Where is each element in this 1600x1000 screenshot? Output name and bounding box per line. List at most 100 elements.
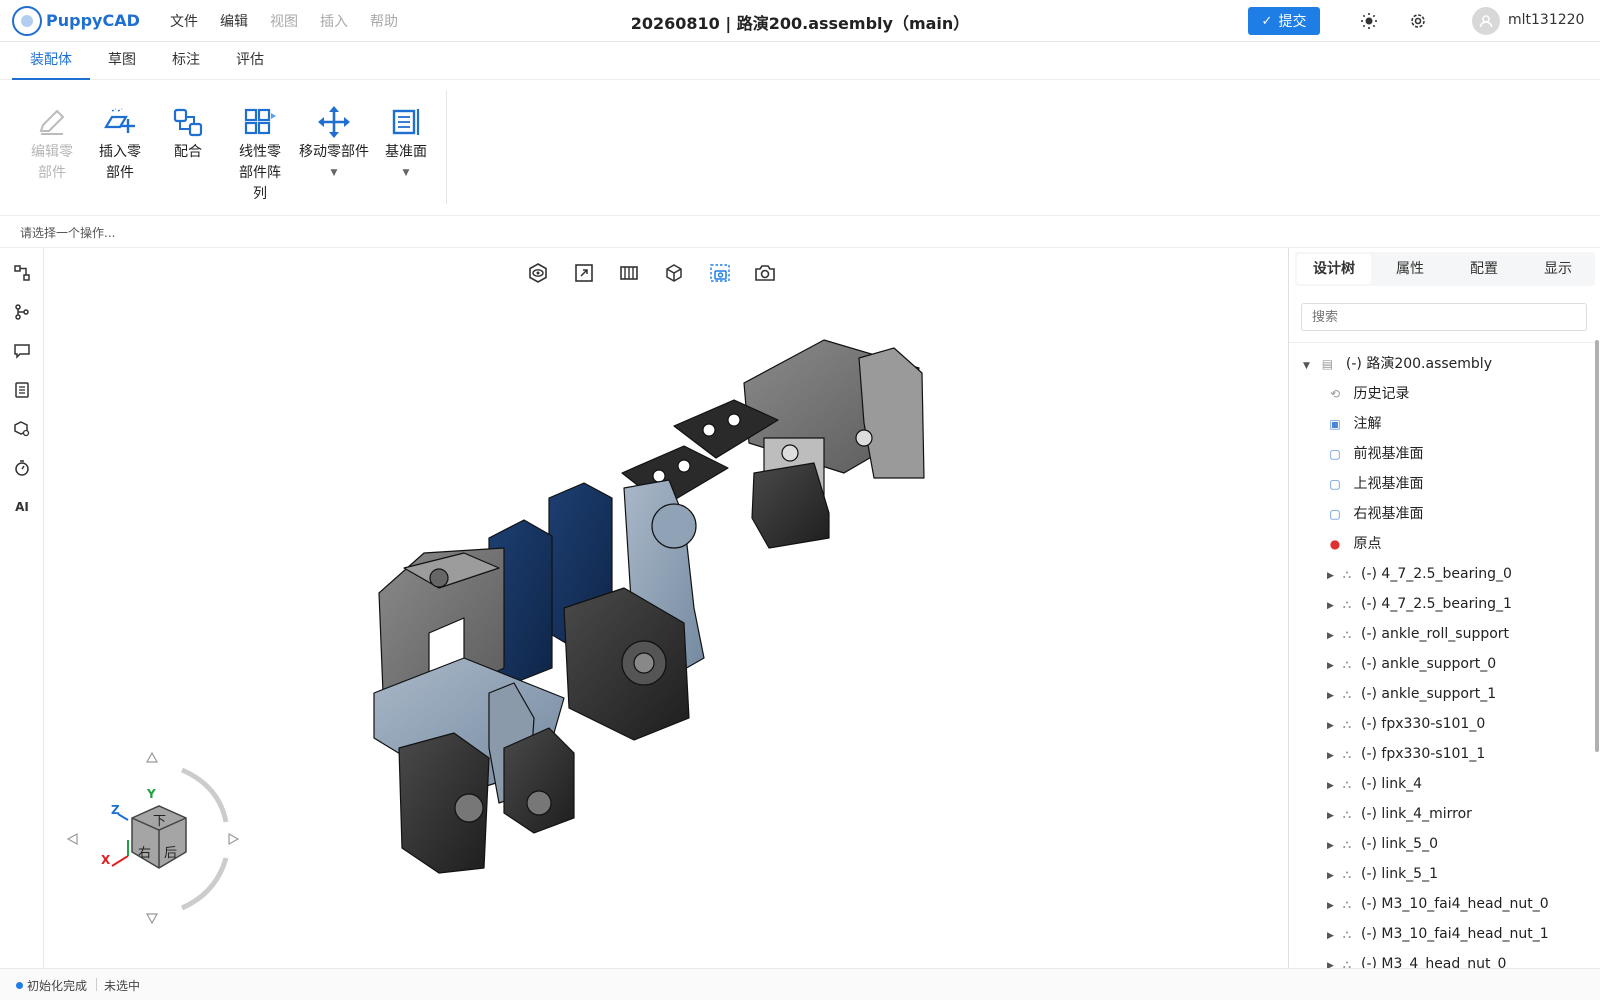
linear-pattern-button[interactable]: 线性零部件阵列 [224,102,296,205]
pencil-icon [16,102,88,142]
tree-feature-history[interactable]: ⟲ 历史记录 [1327,380,1409,408]
mate-button[interactable]: 配合 [152,102,224,163]
expand-chevron-icon[interactable]: ▼ [1303,352,1315,380]
menu-edit[interactable]: 编辑 [220,11,248,31]
datum-plane-label: 基准面 [385,144,427,160]
tab-properties[interactable]: 属性 [1373,252,1447,286]
tree-feature-top-plane[interactable]: ▢ 上视基准面 [1327,470,1423,498]
expand-chevron-icon[interactable]: ▶ [1327,892,1339,920]
datum-plane-dropdown-chevron-icon[interactable]: ▼ [370,163,442,184]
tree-feature-right-plane[interactable]: ▢ 右视基准面 [1327,500,1423,528]
username[interactable]: mlt131220 [1508,12,1584,28]
part-label: (-) link_5_1 [1361,866,1438,882]
ai-assistant-button[interactable]: AI [11,496,33,518]
tree-part-node[interactable]: ▶ ⛬ (-) 4_7_2.5_bearing_0 [1327,560,1512,588]
part-search-icon[interactable] [11,418,33,440]
tree-part-node[interactable]: ▶ ⛬ (-) ankle_support_0 [1327,650,1496,678]
tab-configuration[interactable]: 配置 [1447,252,1521,286]
left-rail: AI [0,248,44,968]
3d-viewport[interactable]: X Y Z 下 右 后 [44,248,1288,968]
part-icon: ⛬ [1342,957,1352,968]
part-icon: ⛬ [1342,777,1352,791]
panel-divider [1289,342,1599,343]
tree-part-node[interactable]: ▶ ⛬ (-) link_4 [1327,770,1422,798]
tree-root-node[interactable]: ▼ ▤ (-) 路演200.assembly [1303,350,1492,378]
tree-feature-annotation[interactable]: ▣ 注解 [1327,410,1381,438]
expand-chevron-icon[interactable]: ▶ [1327,922,1339,950]
tree-scrollbar[interactable] [1595,340,1599,752]
comment-icon[interactable] [11,340,33,362]
tree-part-node[interactable]: ▶ ⛬ (-) fpx330-s101_1 [1327,740,1485,768]
status-bar: 初始化完成 未选中 [0,968,1600,1000]
insert-part-icon [84,102,156,142]
expand-chevron-icon[interactable]: ▶ [1327,592,1339,620]
tab-annotation[interactable]: 标注 [154,42,218,80]
datum-plane-button[interactable]: 基准面 ▼ [370,102,442,184]
menu-insert[interactable]: 插入 [320,11,348,31]
expand-chevron-icon[interactable]: ▶ [1327,772,1339,800]
origin-dot-icon: ● [1329,537,1341,551]
branch-icon[interactable] [11,301,33,323]
tree-part-node[interactable]: ▶ ⛬ (-) M3_4_head_nut_0 [1327,950,1506,968]
tree-feature-origin[interactable]: ● 原点 [1327,530,1382,558]
menu-help[interactable]: 帮助 [370,11,398,31]
cube-face-back[interactable]: 后 [164,842,177,861]
expand-chevron-icon[interactable]: ▶ [1327,862,1339,890]
linear-pattern-icon [224,102,296,142]
submit-button[interactable]: ✓ 提交 [1248,7,1320,35]
tree-part-node[interactable]: ▶ ⛬ (-) ankle_support_1 [1327,680,1496,708]
expand-chevron-icon[interactable]: ▶ [1327,622,1339,650]
document-list-icon[interactable] [11,379,33,401]
expand-chevron-icon[interactable]: ▶ [1327,952,1339,968]
expand-chevron-icon[interactable]: ▶ [1327,832,1339,860]
expand-chevron-icon[interactable]: ▶ [1327,682,1339,710]
tab-evaluate[interactable]: 评估 [218,42,282,80]
part-icon: ⛬ [1342,597,1352,611]
expand-chevron-icon[interactable]: ▶ [1327,652,1339,680]
expand-chevron-icon[interactable]: ▶ [1327,742,1339,770]
cube-face-top[interactable]: 下 [153,810,166,829]
settings-gear-icon[interactable] [1407,10,1429,32]
tree-part-node[interactable]: ▶ ⛬ (-) link_4_mirror [1327,800,1472,828]
plane-icon: ▢ [1329,507,1341,521]
edit-part-button[interactable]: 编辑零部件 [16,102,88,184]
move-part-button[interactable]: 移动零部件 ▼ [296,102,372,184]
logo[interactable]: PuppyCAD [12,5,152,36]
part-label: (-) 4_7_2.5_bearing_1 [1361,596,1512,612]
app-window: PuppyCAD 文件 编辑 视图 插入 帮助 20260810 | 路演200… [0,0,1600,1000]
view-cube-navigator[interactable] [64,748,254,928]
theme-toggle-sun-icon[interactable] [1358,10,1380,32]
tree-part-node[interactable]: ▶ ⛬ (-) M3_10_fai4_head_nut_0 [1327,890,1549,918]
cube-face-right[interactable]: 右 [138,842,151,861]
tree-search-input[interactable] [1301,303,1587,331]
tab-sketch[interactable]: 草图 [90,42,154,80]
move-part-dropdown-chevron-icon[interactable]: ▼ [296,163,372,184]
menu-file[interactable]: 文件 [170,11,198,31]
feature-label: 原点 [1353,536,1382,552]
stopwatch-icon[interactable] [11,457,33,479]
user-avatar[interactable] [1472,7,1500,35]
insert-part-button[interactable]: 插入零部件 [84,102,156,184]
tree-feature-front-plane[interactable]: ▢ 前视基准面 [1327,440,1423,468]
tree-part-node[interactable]: ▶ ⛬ (-) fpx330-s101_0 [1327,710,1485,738]
tree-part-node[interactable]: ▶ ⛬ (-) M3_10_fai4_head_nut_1 [1327,920,1549,948]
expand-chevron-icon[interactable]: ▶ [1327,562,1339,590]
tree-part-node[interactable]: ▶ ⛬ (-) ankle_roll_support [1327,620,1509,648]
expand-chevron-icon[interactable]: ▶ [1327,712,1339,740]
panel-tabs: 设计树 属性 配置 显示 [1295,252,1595,286]
expand-chevron-icon[interactable]: ▶ [1327,802,1339,830]
tree-part-node[interactable]: ▶ ⛬ (-) link_5_0 [1327,830,1438,858]
operation-hint: 请选择一个操作... [20,226,116,240]
assembly-tree-icon[interactable] [11,262,33,284]
part-icon: ⛬ [1342,687,1352,701]
tab-display[interactable]: 显示 [1521,252,1595,286]
check-icon: ✓ [1261,13,1273,29]
menu-view[interactable]: 视图 [270,11,298,31]
part-icon: ⛬ [1342,867,1352,881]
history-clock-icon: ⟲ [1329,387,1341,401]
tree-part-node[interactable]: ▶ ⛬ (-) 4_7_2.5_bearing_1 [1327,590,1512,618]
axis-x-label: X [101,853,111,867]
tab-assembly[interactable]: 装配体 [12,42,90,80]
tree-part-node[interactable]: ▶ ⛬ (-) link_5_1 [1327,860,1438,888]
tab-design-tree[interactable]: 设计树 [1297,254,1371,284]
